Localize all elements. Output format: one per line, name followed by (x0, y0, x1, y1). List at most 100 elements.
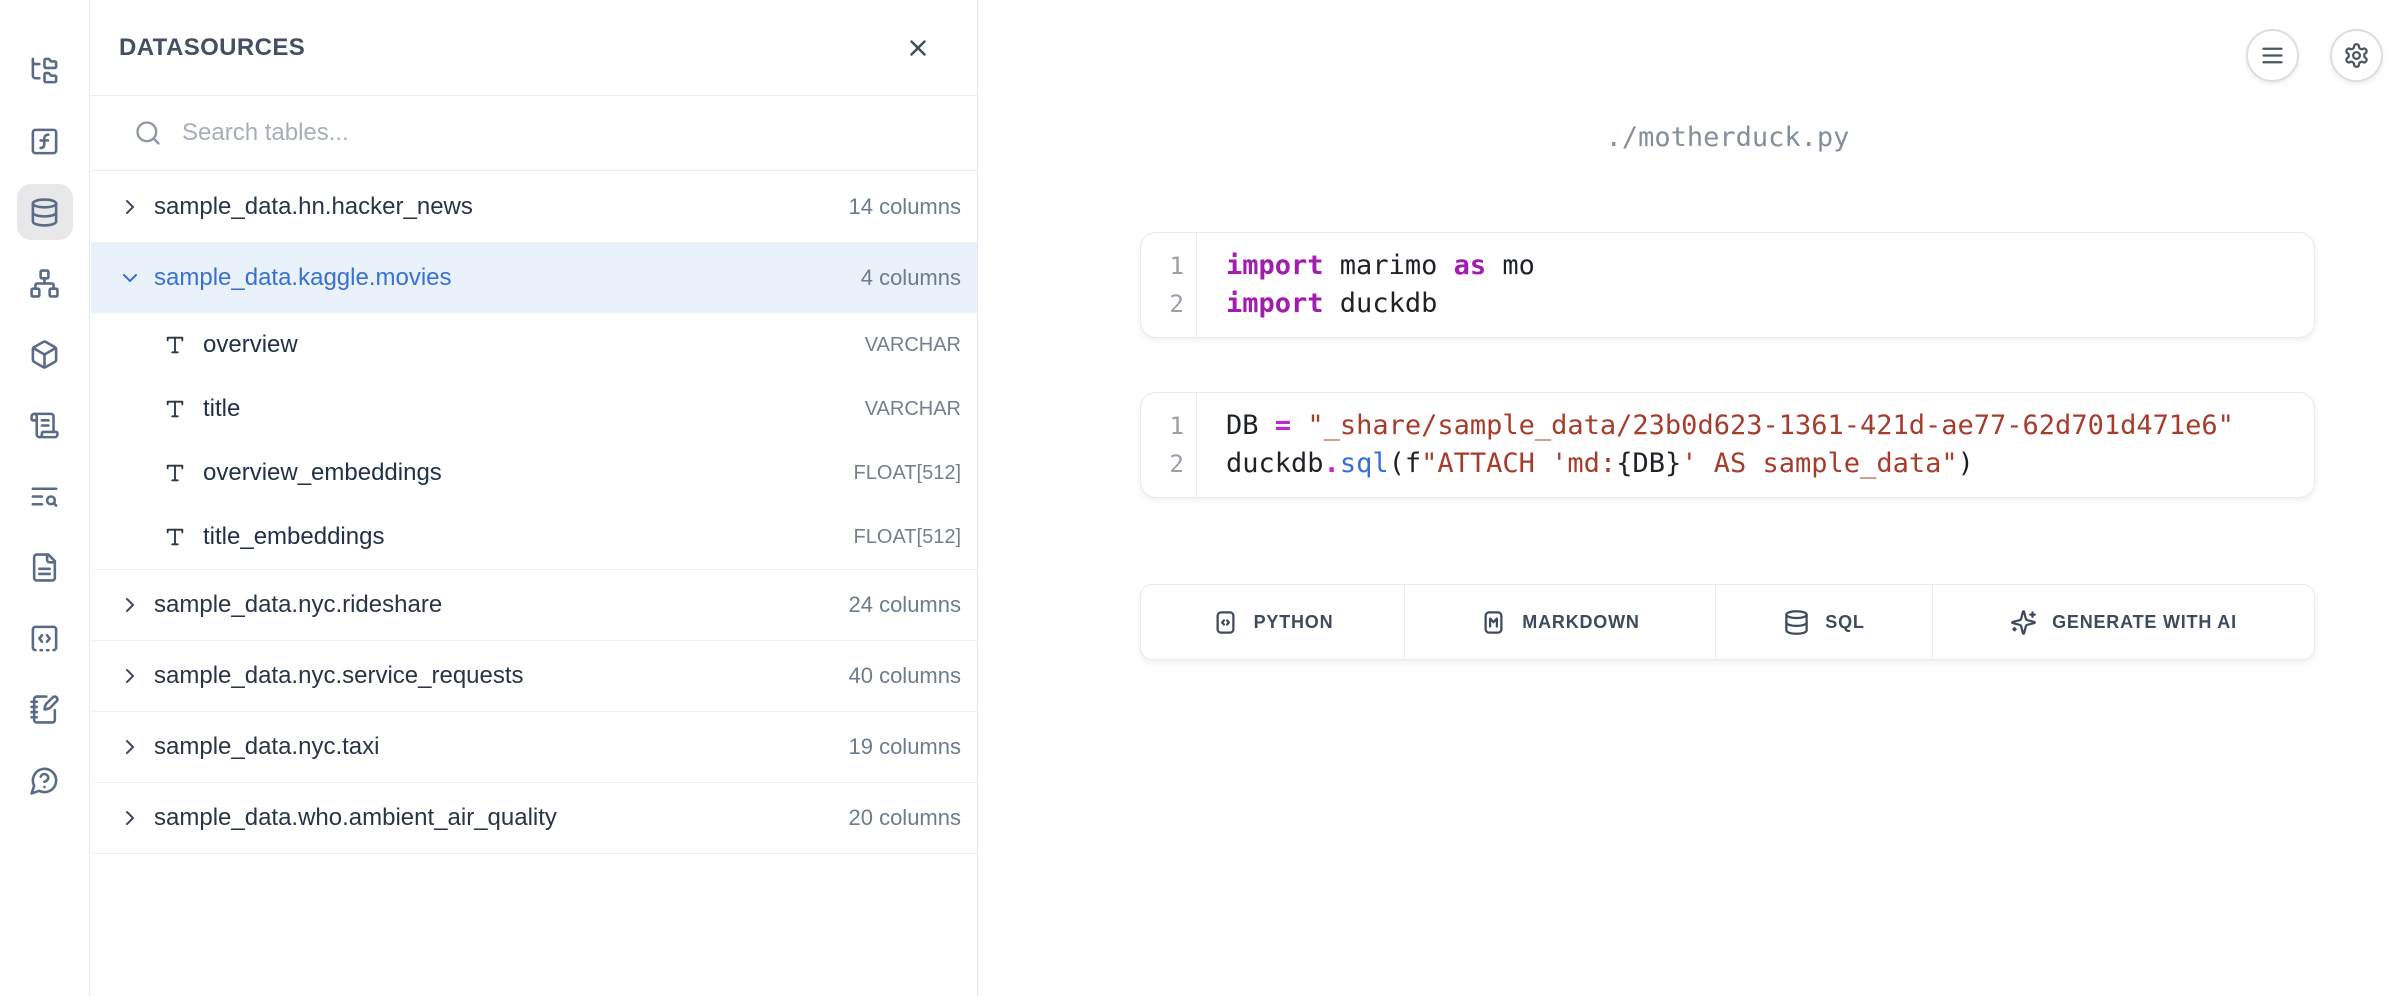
code-token: mo (1486, 250, 1535, 281)
table-column-count: 40 columns (848, 663, 961, 689)
folder-tree-icon (29, 55, 60, 86)
settings-button[interactable] (2330, 29, 2383, 82)
column-row[interactable]: overview_embeddings FLOAT[512] (91, 441, 977, 505)
table-columns-list: overview VARCHAR title VARCHAR overview_… (91, 313, 977, 570)
sidebar-item-dependencies[interactable] (17, 255, 73, 311)
notebook-main: ./motherduck.py 1 2 import marimo as mo … (978, 0, 2399, 996)
table-name: sample_data.kaggle.movies (154, 264, 452, 292)
code-token: import (1226, 250, 1324, 281)
table-row[interactable]: sample_data.nyc.service_requests 40 colu… (91, 641, 977, 712)
type-icon (164, 398, 186, 420)
code-token: "_share/sample_data/23b0d623-1361-421d-a… (1307, 410, 2234, 441)
type-icon (164, 334, 186, 356)
search-bar (91, 96, 977, 171)
table-row[interactable]: sample_data.hn.hacker_news 14 columns (91, 171, 977, 243)
sparkles-icon (2010, 609, 2037, 636)
add-sql-label: SQL (1825, 612, 1864, 633)
column-row[interactable]: title_embeddings FLOAT[512] (91, 505, 977, 569)
sidebar-item-logs[interactable] (17, 397, 73, 453)
type-icon (164, 462, 186, 484)
sidebar-item-help[interactable] (17, 752, 73, 808)
column-name: overview_embeddings (203, 459, 442, 487)
line-number: 1 (1141, 247, 1184, 285)
sidebar-item-documentation[interactable] (17, 539, 73, 595)
code-token: DB (1632, 448, 1665, 479)
close-panel-button[interactable] (903, 33, 933, 63)
code-token: ' AS sample_data" (1681, 448, 1957, 479)
column-name: overview (203, 331, 298, 359)
network-icon (29, 268, 60, 299)
line-number: 2 (1141, 445, 1184, 483)
search-input[interactable] (182, 119, 949, 147)
code-token: ( (1389, 448, 1405, 479)
chevron-right-icon (118, 735, 142, 759)
chevron-right-icon (118, 195, 142, 219)
table-row[interactable]: sample_data.who.ambient_air_quality 20 c… (91, 783, 977, 854)
code-square-icon (1212, 609, 1239, 636)
line-number-gutter: 1 2 (1141, 393, 1197, 497)
add-python-label: PYTHON (1254, 612, 1334, 633)
add-markdown-label: MARKDOWN (1522, 612, 1639, 633)
code-line: DB = "_share/sample_data/23b0d623-1361-4… (1226, 407, 2314, 445)
table-row[interactable]: sample_data.nyc.rideshare 24 columns (91, 570, 977, 641)
sidebar-item-packages[interactable] (17, 326, 73, 382)
add-python-cell-button[interactable]: PYTHON (1141, 585, 1405, 659)
function-square-icon (29, 126, 60, 157)
marimo-app: DATASOURCES sample_data.hn.hacker_news 1… (0, 0, 2399, 996)
text-search-icon (29, 481, 60, 512)
settings-icon (2343, 42, 2370, 69)
code-token: "ATTACH 'md: (1421, 448, 1616, 479)
markdown-icon (1480, 609, 1507, 636)
scroll-text-icon (29, 410, 60, 441)
sidebar-item-datasources[interactable] (17, 184, 73, 240)
add-cell-bar: PYTHON MARKDOWN SQL GENERATE WITH AI (1140, 584, 2315, 660)
table-name: sample_data.nyc.service_requests (154, 662, 524, 690)
chevron-right-icon (118, 593, 142, 617)
code-editor[interactable]: import marimo as mo import duckdb (1197, 233, 2314, 337)
add-markdown-cell-button[interactable]: MARKDOWN (1405, 585, 1716, 659)
generate-with-ai-button[interactable]: GENERATE WITH AI (1933, 585, 2314, 659)
message-question-icon (29, 765, 60, 796)
notebook-filename[interactable]: ./motherduck.py (1140, 122, 2315, 153)
generate-with-ai-label: GENERATE WITH AI (2052, 612, 2237, 633)
cells-column: ./motherduck.py 1 2 import marimo as mo … (1140, 0, 2315, 996)
table-column-count: 20 columns (848, 805, 961, 831)
type-icon (164, 526, 186, 548)
table-column-count: 19 columns (848, 734, 961, 760)
table-column-count: 24 columns (848, 592, 961, 618)
search-icon (134, 119, 162, 147)
sidebar-item-snippets[interactable] (17, 610, 73, 666)
sidebar-item-file-explorer[interactable] (17, 42, 73, 98)
column-row[interactable]: title VARCHAR (91, 377, 977, 441)
add-sql-cell-button[interactable]: SQL (1716, 585, 1933, 659)
datasources-panel: DATASOURCES sample_data.hn.hacker_news 1… (91, 0, 978, 996)
code-token: = (1275, 410, 1291, 441)
table-name: sample_data.who.ambient_air_quality (154, 804, 557, 832)
chevron-right-icon (118, 806, 142, 830)
sidebar-item-variables[interactable] (17, 113, 73, 169)
code-editor[interactable]: DB = "_share/sample_data/23b0d623-1361-4… (1197, 393, 2314, 497)
code-token: ) (1958, 448, 1974, 479)
package-icon (29, 339, 60, 370)
column-row[interactable]: overview VARCHAR (91, 313, 977, 377)
code-square-icon (29, 623, 60, 654)
table-column-count: 14 columns (848, 194, 961, 220)
code-token: duckdb (1226, 448, 1324, 479)
chevron-down-icon (118, 266, 142, 290)
column-type: FLOAT[512] (854, 526, 961, 549)
file-text-icon (29, 552, 60, 583)
table-row-selected[interactable]: sample_data.kaggle.movies 4 columns (91, 243, 977, 313)
sidebar-item-outline[interactable] (17, 468, 73, 524)
code-token: marimo (1324, 250, 1454, 281)
code-cell[interactable]: 1 2 DB = "_share/sample_data/23b0d623-13… (1140, 392, 2315, 498)
table-name: sample_data.nyc.rideshare (154, 591, 442, 619)
sidebar-item-scratchpad[interactable] (17, 681, 73, 737)
code-cell[interactable]: 1 2 import marimo as mo import duckdb (1140, 232, 2315, 338)
code-token: DB (1226, 410, 1275, 441)
code-line: import duckdb (1226, 285, 2314, 323)
line-number: 2 (1141, 285, 1184, 323)
table-row[interactable]: sample_data.nyc.taxi 19 columns (91, 712, 977, 783)
code-token: import (1226, 288, 1324, 319)
code-token (1291, 410, 1307, 441)
code-token: sql (1340, 448, 1389, 479)
